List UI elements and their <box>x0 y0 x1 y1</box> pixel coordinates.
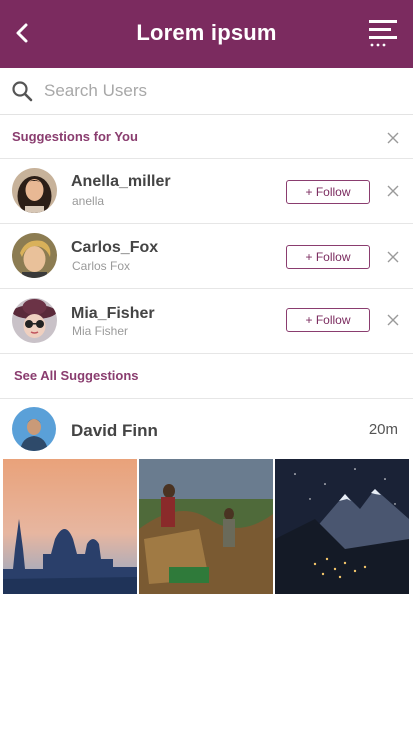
follow-button[interactable]: + Follow <box>286 308 370 332</box>
post-photo[interactable] <box>275 459 409 594</box>
search-bar <box>0 68 413 115</box>
post-photo[interactable] <box>139 459 273 594</box>
page-title: Lorem ipsum <box>136 20 277 45</box>
follow-button[interactable]: + Follow <box>286 180 370 204</box>
suggestion-row: Anella_miller anella + Follow <box>0 159 413 224</box>
suggestions-header: Suggestions for You <box>0 115 413 159</box>
dismiss-icon[interactable] <box>385 183 401 199</box>
avatar[interactable] <box>12 233 57 278</box>
user-subtitle: Carlos Fox <box>72 259 131 273</box>
menu-icon[interactable] <box>369 18 399 48</box>
post-timestamp: 20m <box>368 421 398 438</box>
suggestion-row: Mia_Fisher Mia Fisher + Follow <box>0 289 413 354</box>
divider <box>0 398 413 399</box>
avatar[interactable] <box>12 298 57 343</box>
dismiss-icon[interactable] <box>385 312 401 328</box>
avatar[interactable] <box>12 407 56 451</box>
search-icon <box>12 81 33 102</box>
post-photo[interactable] <box>3 459 137 594</box>
suggestion-row: Carlos_Fox Carlos Fox + Follow <box>0 224 413 289</box>
see-all-suggestions-link[interactable]: See All Suggestions <box>14 368 139 383</box>
follow-button[interactable]: + Follow <box>286 245 370 269</box>
username[interactable]: Anella_miller <box>71 173 171 191</box>
dismiss-icon[interactable] <box>385 249 401 265</box>
username[interactable]: Carlos_Fox <box>71 239 158 257</box>
close-icon[interactable] <box>385 130 401 146</box>
user-subtitle: anella <box>72 194 105 208</box>
search-input[interactable] <box>44 76 394 106</box>
suggestions-title: Suggestions for You <box>12 129 138 144</box>
post-author[interactable]: David Finn <box>71 421 158 441</box>
app-header: Lorem ipsum <box>0 0 413 68</box>
avatar[interactable] <box>12 168 57 213</box>
username[interactable]: Mia_Fisher <box>71 305 155 323</box>
user-subtitle: Mia Fisher <box>72 324 129 338</box>
